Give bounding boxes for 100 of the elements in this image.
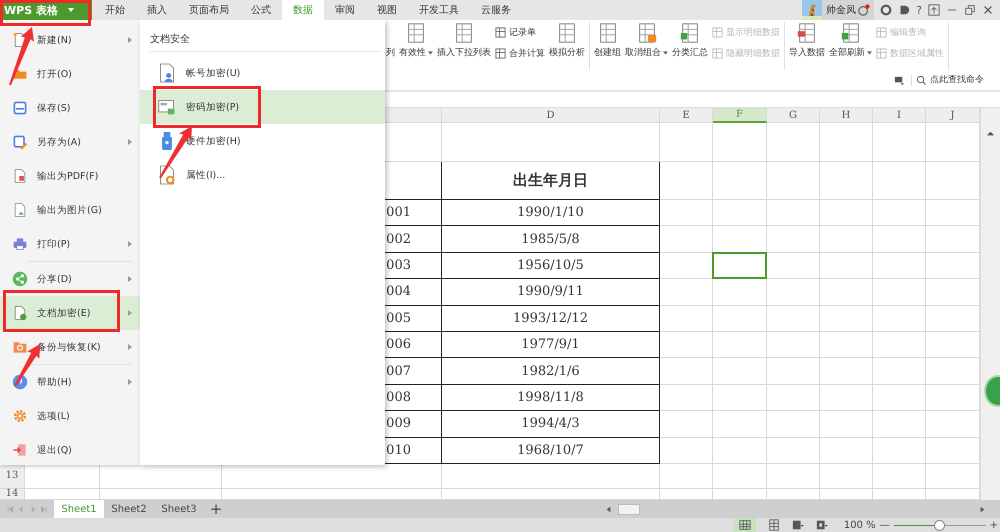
layout-icon[interactable] — [792, 519, 804, 531]
ribbon-tab[interactable]: 开始 — [94, 0, 136, 20]
row-header[interactable]: 14 — [0, 488, 25, 500]
table-cell — [660, 200, 713, 226]
menu-item[interactable]: 分享(D) — [0, 262, 140, 296]
ribbon-tab[interactable]: 页面布局 — [178, 0, 240, 20]
table-cell — [926, 200, 980, 226]
reading-mode-icon[interactable] — [816, 519, 828, 531]
help-button[interactable]: ? — [916, 4, 922, 16]
upload-icon[interactable] — [928, 4, 940, 16]
ribbon-button[interactable]: 取消组合 — [625, 22, 668, 70]
page-break-view-icon[interactable] — [768, 519, 780, 531]
table-icon — [876, 27, 887, 38]
table-cell: 1977/9/1 — [442, 332, 660, 358]
table-icon — [876, 48, 887, 59]
add-sheet-button[interactable]: + — [204, 500, 228, 518]
menu-item[interactable]: 打开(O) — [0, 57, 140, 91]
menu-item[interactable]: 输出为图片(G) — [0, 193, 140, 227]
column-header[interactable]: J — [926, 108, 980, 123]
slider-thumb[interactable] — [934, 520, 945, 530]
table-cell — [713, 384, 767, 412]
ribbon-button[interactable]: 分类汇总 — [672, 22, 708, 70]
table-cell — [926, 411, 980, 438]
table-cell — [660, 358, 713, 385]
menu-item[interactable]: 选项(L) — [0, 399, 140, 433]
table-cell — [767, 279, 820, 306]
zoom-in-button[interactable]: + — [990, 520, 998, 530]
menu-item[interactable]: 保存(S) — [0, 91, 140, 125]
column-header[interactable]: I — [873, 108, 926, 123]
column-header[interactable]: D — [442, 108, 660, 123]
user-document-icon — [158, 63, 176, 83]
menu-item[interactable]: 密码加密(P) — [140, 90, 385, 124]
table-cell — [820, 226, 873, 253]
ribbon-tab[interactable]: 开发工具 — [408, 0, 470, 20]
ribbon-tab[interactable]: 云服务 — [470, 0, 522, 20]
restore-icon[interactable] — [964, 4, 976, 16]
sheet-tab[interactable]: Sheet3 — [154, 500, 204, 518]
table-cell — [873, 411, 926, 438]
row-header[interactable]: 13 — [0, 464, 25, 489]
ribbon-tab[interactable]: 数据 — [282, 0, 324, 20]
ribbon-button[interactable]: 创建组 — [594, 22, 621, 70]
skin-icon[interactable] — [898, 4, 910, 16]
ribbon-button[interactable]: 全部刷新 — [829, 22, 872, 70]
table-cell — [713, 411, 767, 438]
table-cell — [660, 123, 713, 162]
column-header[interactable]: H — [820, 108, 873, 123]
table-cell — [660, 384, 713, 412]
table-cell — [820, 384, 873, 412]
table-cell — [820, 411, 873, 438]
menu-item[interactable]: 帐号加密(U) — [140, 56, 385, 90]
menu-item[interactable]: 另存为(A) — [0, 125, 140, 159]
menu-item[interactable]: 文档加密(E) — [0, 296, 140, 330]
table-cell — [713, 123, 767, 162]
menu-item[interactable]: 属性(I)... — [140, 158, 385, 192]
ribbon-button[interactable]: 合并计算 — [495, 47, 545, 60]
table-cell: 1982/1/6 — [442, 358, 660, 385]
table-cell — [820, 200, 873, 226]
menu-item[interactable]: 打印(P) — [0, 227, 140, 261]
table-cell — [660, 226, 713, 253]
notification-icon[interactable] — [858, 4, 870, 16]
table-cell — [873, 226, 926, 253]
table-cell — [660, 464, 713, 489]
sheet-tab[interactable]: Sheet1 — [54, 500, 104, 518]
ribbon-tab[interactable]: 视图 — [366, 0, 408, 20]
normal-view-icon[interactable] — [734, 518, 756, 532]
menu-item[interactable]: 输出为PDF(F) — [0, 159, 140, 193]
ribbon-button[interactable]: 记录单 — [495, 26, 545, 39]
pin-icon[interactable] — [894, 74, 905, 86]
ribbon-button[interactable]: 模拟分析 — [549, 22, 585, 70]
zoom-out-button[interactable]: — — [880, 520, 890, 530]
column-header[interactable]: G — [767, 108, 820, 123]
table-cell — [660, 162, 713, 200]
zoom-level[interactable]: 100 % — [844, 520, 876, 530]
menu-item[interactable]: 新建(N) — [0, 23, 140, 57]
table-cell — [873, 200, 926, 226]
ribbon-button[interactable]: 插入下拉列表 — [437, 22, 491, 70]
ribbon-tab[interactable]: 审阅 — [324, 0, 366, 20]
table-cell — [767, 411, 820, 438]
sheet-tab[interactable]: Sheet2 — [104, 500, 154, 518]
scroll-thumb[interactable] — [618, 504, 640, 514]
menu-item[interactable]: 帮助(H) — [0, 365, 140, 399]
table-cell — [660, 411, 713, 438]
close-icon[interactable] — [982, 4, 994, 16]
table-cell — [820, 438, 873, 464]
table-cell — [873, 332, 926, 358]
table-cell — [660, 279, 713, 306]
table-cell — [873, 279, 926, 306]
table-cell — [873, 438, 926, 464]
table-cell — [926, 306, 980, 332]
ribbon-button[interactable]: 有效性 — [399, 22, 433, 70]
ribbon-button[interactable]: 列 — [386, 22, 395, 70]
ribbon-button[interactable]: 导入数据 — [789, 22, 825, 70]
column-header[interactable]: E — [660, 108, 713, 123]
ribbon-tab[interactable]: 公式 — [240, 0, 282, 20]
table-cell: 1985/5/8 — [442, 226, 660, 253]
table-icon — [495, 27, 506, 38]
table-cell — [767, 358, 820, 385]
ribbon-tab[interactable]: 插入 — [136, 0, 178, 20]
refresh-icon[interactable] — [880, 4, 892, 16]
vertical-scrollbar[interactable] — [980, 108, 1000, 500]
